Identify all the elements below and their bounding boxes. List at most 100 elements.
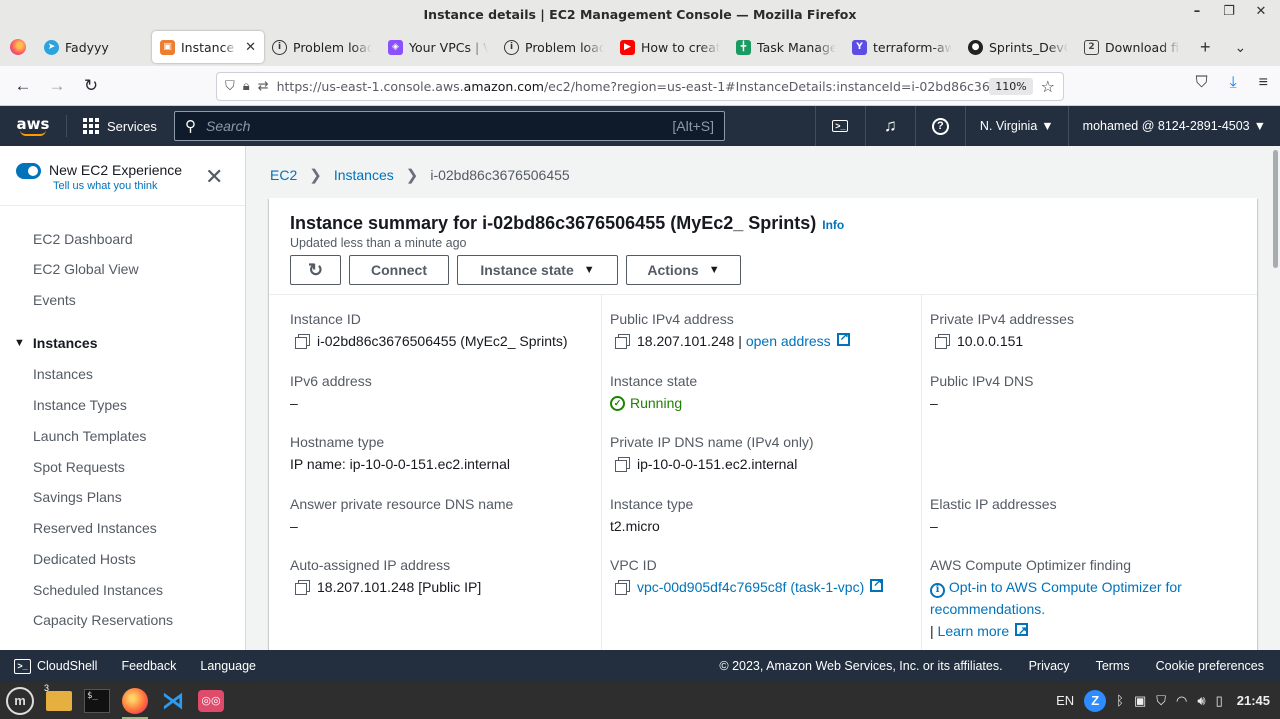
- list-tabs-icon[interactable]: ⌄: [1223, 39, 1259, 56]
- close-tab-icon[interactable]: ✕: [245, 40, 256, 55]
- bluetooth-icon[interactable]: ᛒ: [1116, 693, 1124, 708]
- taskbar-firefox[interactable]: [116, 682, 154, 719]
- shield-icon[interactable]: ⛉: [225, 79, 235, 94]
- info-link[interactable]: Info: [822, 218, 844, 232]
- tab-github[interactable]: ● Sprints_DevOps: [960, 31, 1076, 63]
- close-sidebar-icon[interactable]: ✕: [205, 166, 223, 188]
- start-menu-button[interactable]: m: [0, 686, 40, 715]
- cloudshell-icon[interactable]: >_: [814, 106, 865, 146]
- sidebar-item-capacity-reservations[interactable]: Capacity Reservations: [33, 612, 173, 628]
- url-bar[interactable]: ⛉ 🔒︎ ⇄ https://us-east-1.console.aws.ama…: [216, 72, 1064, 101]
- menu-icon[interactable]: ≡: [1259, 74, 1268, 92]
- tab-youtube[interactable]: ▶ How to create: [612, 31, 728, 63]
- help-icon[interactable]: ?: [914, 106, 965, 146]
- bookmark-star-icon[interactable]: ☆: [1041, 77, 1055, 96]
- learn-more-link[interactable]: Learn more: [938, 620, 1029, 642]
- new-tab-icon[interactable]: +: [1188, 37, 1223, 58]
- pocket-icon[interactable]: ⛉: [1196, 74, 1208, 92]
- vpc-icon: ◈: [388, 39, 403, 55]
- forward-icon[interactable]: →: [40, 76, 74, 96]
- tab-task-manager[interactable]: ╋ Task Manager: [728, 31, 844, 63]
- aws-logo[interactable]: aws: [0, 106, 66, 146]
- sidebar-item-ec2-global-view[interactable]: EC2 Global View: [33, 261, 139, 277]
- sidebar-item-scheduled-instances[interactable]: Scheduled Instances: [33, 582, 163, 598]
- optimizer-opt-in-link[interactable]: Opt-in to AWS Compute Optimizer for reco…: [930, 579, 1182, 617]
- clock[interactable]: 21:45: [1237, 693, 1270, 708]
- breadcrumb-instances[interactable]: Instances: [334, 167, 394, 183]
- wifi-icon[interactable]: ◠: [1176, 693, 1187, 709]
- connect-button[interactable]: Connect: [349, 255, 449, 285]
- maximize-icon[interactable]: ❐: [1220, 4, 1238, 19]
- battery-icon[interactable]: ▯: [1216, 693, 1223, 709]
- sidebar-item-dedicated-hosts[interactable]: Dedicated Hosts: [33, 551, 136, 567]
- taskbar-files[interactable]: 3: [40, 682, 78, 719]
- zoom-app-icon[interactable]: Z: [1084, 689, 1107, 712]
- feedback-link[interactable]: Tell us what you think: [53, 180, 182, 192]
- region-selector[interactable]: N. Virginia ▼: [964, 106, 1068, 146]
- permissions-icon[interactable]: ⇄: [258, 79, 269, 94]
- clipboard-icon[interactable]: ▣: [1134, 693, 1146, 709]
- taskbar-app[interactable]: ◎◎: [192, 682, 230, 719]
- sidebar-item-spot-requests[interactable]: Spot Requests: [33, 459, 125, 475]
- new-experience-toggle[interactable]: [16, 163, 41, 179]
- terraform-icon: Y: [852, 39, 867, 55]
- copy-icon[interactable]: [935, 334, 950, 349]
- language-button[interactable]: Language: [188, 659, 268, 673]
- sidebar-section-instances[interactable]: ▼ Instances: [14, 335, 97, 351]
- account-menu[interactable]: mohamed @ 8124-2891-4503 ▼: [1067, 106, 1280, 146]
- taskbar-vscode[interactable]: ⋊: [154, 682, 192, 719]
- field-label-answer-dns: Answer private resource DNS name: [290, 496, 514, 512]
- lock-icon[interactable]: 🔒︎: [243, 79, 250, 94]
- keyboard-layout[interactable]: EN: [1056, 693, 1074, 708]
- zoom-level[interactable]: 110%: [989, 78, 1033, 95]
- tab-problem-loading-1[interactable]: i Problem loading: [264, 31, 380, 63]
- instance-summary-panel: Instance summary for i-02bd86c3676506455…: [269, 198, 1257, 658]
- cloudshell-button[interactable]: >_ CloudShell: [0, 658, 109, 674]
- sidebar-item-instances[interactable]: Instances: [33, 366, 93, 382]
- volume-icon[interactable]: 🔊︎: [1197, 693, 1205, 709]
- sidebar-divider: [0, 205, 245, 206]
- taskbar-terminal[interactable]: $_: [78, 682, 116, 719]
- sidebar-item-ec2-dashboard[interactable]: EC2 Dashboard: [33, 231, 133, 247]
- tab-instance-details[interactable]: ▣ Instance details ✕: [152, 31, 264, 63]
- reload-icon[interactable]: ↻: [74, 76, 108, 96]
- copy-icon[interactable]: [615, 457, 630, 472]
- cookie-preferences-link[interactable]: Cookie preferences: [1156, 659, 1264, 673]
- shield-icon[interactable]: ⛉: [1156, 693, 1166, 709]
- sidebar-item-events[interactable]: Events: [33, 292, 76, 308]
- minimize-icon[interactable]: –: [1188, 4, 1206, 19]
- sidebar-item-savings-plans[interactable]: Savings Plans: [33, 489, 122, 505]
- terms-link[interactable]: Terms: [1096, 659, 1130, 673]
- actions-button[interactable]: Actions ▼: [626, 255, 741, 285]
- tab-problem-loading-2[interactable]: i Problem loading: [496, 31, 612, 63]
- copy-icon[interactable]: [615, 580, 630, 595]
- refresh-button[interactable]: ↻: [290, 255, 341, 285]
- sidebar-item-launch-templates[interactable]: Launch Templates: [33, 428, 146, 444]
- vpc-id-link[interactable]: vpc-00d905df4c7695c8f (task-1-vpc): [637, 576, 884, 595]
- tab-your-vpcs[interactable]: ◈ Your VPCs | VPC: [380, 31, 496, 63]
- copy-icon[interactable]: [295, 580, 310, 595]
- copy-icon[interactable]: [615, 334, 630, 349]
- sidebar-item-reserved-instances[interactable]: Reserved Instances: [33, 520, 157, 536]
- tab-download-file[interactable]: 2 Download file: [1076, 31, 1188, 63]
- page-scrollbar-thumb[interactable]: [1273, 150, 1278, 268]
- downloads-icon[interactable]: ⤓: [1230, 74, 1237, 92]
- tab-terraform[interactable]: Y terraform-aws: [844, 31, 960, 63]
- tab-telegram[interactable]: ➤ Fadyyy: [36, 31, 148, 63]
- feedback-button[interactable]: Feedback: [109, 659, 188, 673]
- firefox-view-icon[interactable]: [0, 29, 36, 65]
- aws-search-input[interactable]: ⚲ Search [Alt+S]: [174, 111, 725, 141]
- notifications-bell-icon[interactable]: ♫: [864, 106, 915, 146]
- close-window-icon[interactable]: ✕: [1252, 4, 1270, 19]
- chevron-right-icon: ❯: [405, 167, 419, 184]
- url-text[interactable]: https://us-east-1.console.aws.amazon.com…: [277, 79, 990, 94]
- open-address-link[interactable]: open address: [746, 330, 850, 349]
- instance-state-button[interactable]: Instance state ▼: [457, 255, 618, 285]
- back-icon[interactable]: ←: [6, 76, 40, 96]
- field-label-instance-id: Instance ID: [290, 311, 361, 327]
- sidebar-item-instance-types[interactable]: Instance Types: [33, 397, 127, 413]
- breadcrumb-ec2[interactable]: EC2: [270, 167, 297, 183]
- services-menu[interactable]: Services: [66, 115, 173, 137]
- copy-icon[interactable]: [295, 334, 310, 349]
- privacy-link[interactable]: Privacy: [1029, 659, 1070, 673]
